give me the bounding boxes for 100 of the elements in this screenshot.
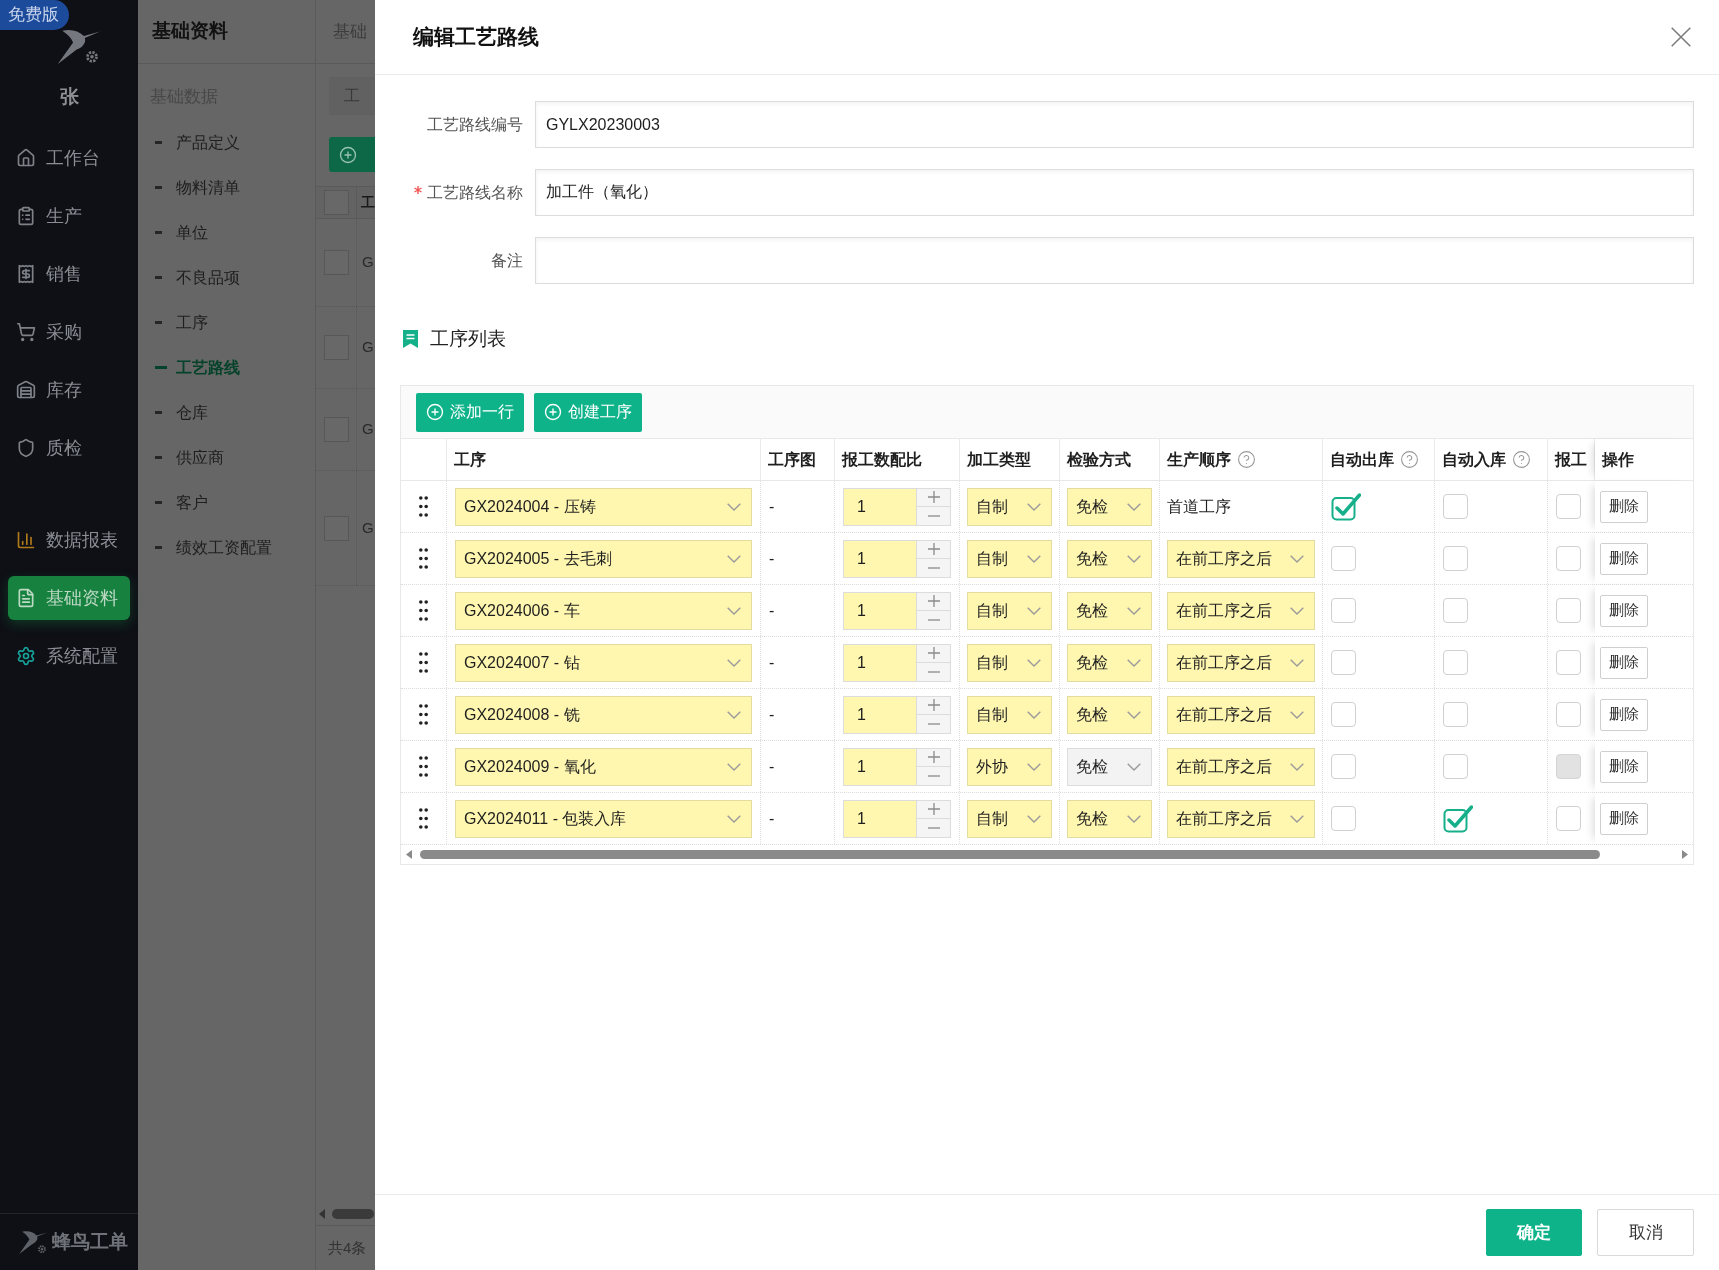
select-field[interactable]: 在前工序之后 xyxy=(1167,591,1315,630)
field-label: 工艺路线编号 xyxy=(427,114,523,135)
checkbox[interactable] xyxy=(1443,804,1473,833)
number-input[interactable]: 1 xyxy=(843,643,951,682)
select-field[interactable]: 免检 xyxy=(1067,643,1152,682)
chevron-down-icon xyxy=(727,710,741,719)
nav-item[interactable]: 采购 xyxy=(8,310,130,354)
increment-button[interactable] xyxy=(917,644,950,663)
select-field[interactable]: 在前工序之后 xyxy=(1167,643,1315,682)
drag-handle-icon[interactable] xyxy=(419,652,428,673)
select-field[interactable]: 自制 xyxy=(967,539,1052,578)
number-input[interactable]: 1 xyxy=(843,539,951,578)
text-field[interactable]: 加工件（氧化） xyxy=(535,169,1694,216)
delete-button[interactable]: 删除 xyxy=(1600,490,1648,523)
increment-button[interactable] xyxy=(917,800,950,819)
select-field[interactable]: GX2024004 - 压铸 xyxy=(455,487,752,526)
column-header: 检验方式 xyxy=(1067,449,1131,470)
select-field[interactable]: 外协 xyxy=(967,747,1052,786)
number-input[interactable]: 1 xyxy=(843,487,951,526)
close-button[interactable] xyxy=(1671,27,1691,47)
create-button[interactable] xyxy=(329,137,375,172)
delete-button[interactable]: 删除 xyxy=(1600,594,1648,627)
table-cell-text: G xyxy=(362,419,374,440)
chevron-down-icon xyxy=(1290,710,1304,719)
clipboard-icon xyxy=(16,206,36,226)
number-input[interactable]: 1 xyxy=(843,591,951,630)
number-input[interactable]: 1 xyxy=(843,695,951,734)
drag-handle-icon[interactable] xyxy=(419,704,428,725)
select-field[interactable]: GX2024011 - 包装入库 xyxy=(455,799,752,838)
delete-button[interactable]: 删除 xyxy=(1600,698,1648,731)
chevron-down-icon xyxy=(1290,658,1304,667)
table-cell-text: - xyxy=(769,496,775,517)
increment-button[interactable] xyxy=(917,748,950,767)
chevron-down-icon xyxy=(1127,554,1141,563)
delete-button[interactable]: 删除 xyxy=(1600,646,1648,679)
select-field[interactable]: 免检 xyxy=(1067,799,1152,838)
nav-item[interactable]: 数据报表 xyxy=(8,518,130,562)
text-field[interactable]: GYLX20230003 xyxy=(535,101,1694,148)
warehouse-icon xyxy=(16,380,36,400)
select-field[interactable]: 自制 xyxy=(967,695,1052,734)
number-input[interactable]: 1 xyxy=(843,747,951,786)
bar-chart-icon xyxy=(16,530,36,550)
increment-button[interactable] xyxy=(917,696,950,715)
delete-button[interactable]: 删除 xyxy=(1600,750,1648,783)
edition-badge: 免费版 xyxy=(0,0,69,30)
increment-button[interactable] xyxy=(917,540,950,559)
nav-item[interactable]: 质检 xyxy=(8,426,130,470)
number-input[interactable]: 1 xyxy=(843,799,951,838)
cancel-button[interactable]: 取消 xyxy=(1597,1209,1694,1256)
select-field[interactable]: 在前工序之后 xyxy=(1167,539,1315,578)
help-icon[interactable] xyxy=(1400,450,1419,469)
drag-handle-icon[interactable] xyxy=(419,496,428,517)
brand-name: 蜂鸟工单 xyxy=(52,1229,128,1254)
chevron-down-icon xyxy=(1127,502,1141,511)
select-field[interactable]: 免检 xyxy=(1067,695,1152,734)
help-icon[interactable] xyxy=(1237,450,1256,469)
table-cell-text: - xyxy=(769,808,775,829)
chevron-down-icon xyxy=(1127,814,1141,823)
chevron-down-icon xyxy=(727,502,741,511)
increment-button[interactable] xyxy=(917,488,950,507)
horizontal-scrollbar[interactable] xyxy=(319,1209,374,1219)
table-cell-text: - xyxy=(769,600,775,621)
select-field[interactable]: GX2024006 - 车 xyxy=(455,591,752,630)
help-icon[interactable] xyxy=(1512,450,1531,469)
select-field[interactable]: GX2024007 - 钻 xyxy=(455,643,752,682)
nav-item[interactable]: 销售 xyxy=(8,252,130,296)
dash-icon xyxy=(155,141,162,144)
select-field[interactable]: GX2024009 - 氧化 xyxy=(455,747,752,786)
select-field[interactable]: GX2024005 - 去毛刺 xyxy=(455,539,752,578)
select-field[interactable]: 在前工序之后 xyxy=(1167,695,1315,734)
checkmark-icon xyxy=(1331,492,1361,521)
increment-button[interactable] xyxy=(917,592,950,611)
drag-handle-icon[interactable] xyxy=(419,600,428,621)
drag-handle-icon[interactable] xyxy=(419,756,428,777)
nav-item[interactable]: 系统配置 xyxy=(8,634,130,678)
minus-icon xyxy=(927,618,940,621)
select-field[interactable]: 免检 xyxy=(1067,591,1152,630)
cart-icon xyxy=(16,322,36,342)
select-field[interactable]: 在前工序之后 xyxy=(1167,747,1315,786)
chevron-down-icon xyxy=(1290,814,1304,823)
delete-button[interactable]: 删除 xyxy=(1600,802,1648,835)
chevron-down-icon xyxy=(1027,814,1041,823)
drag-handle-icon[interactable] xyxy=(419,548,428,569)
drag-handle-icon[interactable] xyxy=(419,808,428,829)
chevron-down-icon xyxy=(1290,554,1304,563)
checkbox[interactable] xyxy=(1331,492,1361,521)
nav-item[interactable]: 生产 xyxy=(8,194,130,238)
chevron-down-icon xyxy=(1027,762,1041,771)
nav-item[interactable]: 工作台 xyxy=(8,136,130,180)
delete-button[interactable]: 删除 xyxy=(1600,542,1648,575)
select-field[interactable]: 在前工序之后 xyxy=(1167,799,1315,838)
text-field[interactable] xyxy=(535,237,1694,284)
select-field[interactable]: GX2024008 - 铣 xyxy=(455,695,752,734)
select-field[interactable]: 免检 xyxy=(1067,487,1152,526)
nav-item[interactable]: 库存 xyxy=(8,368,130,412)
select-field[interactable]: 免检 xyxy=(1067,539,1152,578)
select-field[interactable]: 自制 xyxy=(967,799,1052,838)
select-field[interactable]: 自制 xyxy=(967,487,1052,526)
select-field[interactable]: 自制 xyxy=(967,643,1052,682)
select-field[interactable]: 自制 xyxy=(967,591,1052,630)
